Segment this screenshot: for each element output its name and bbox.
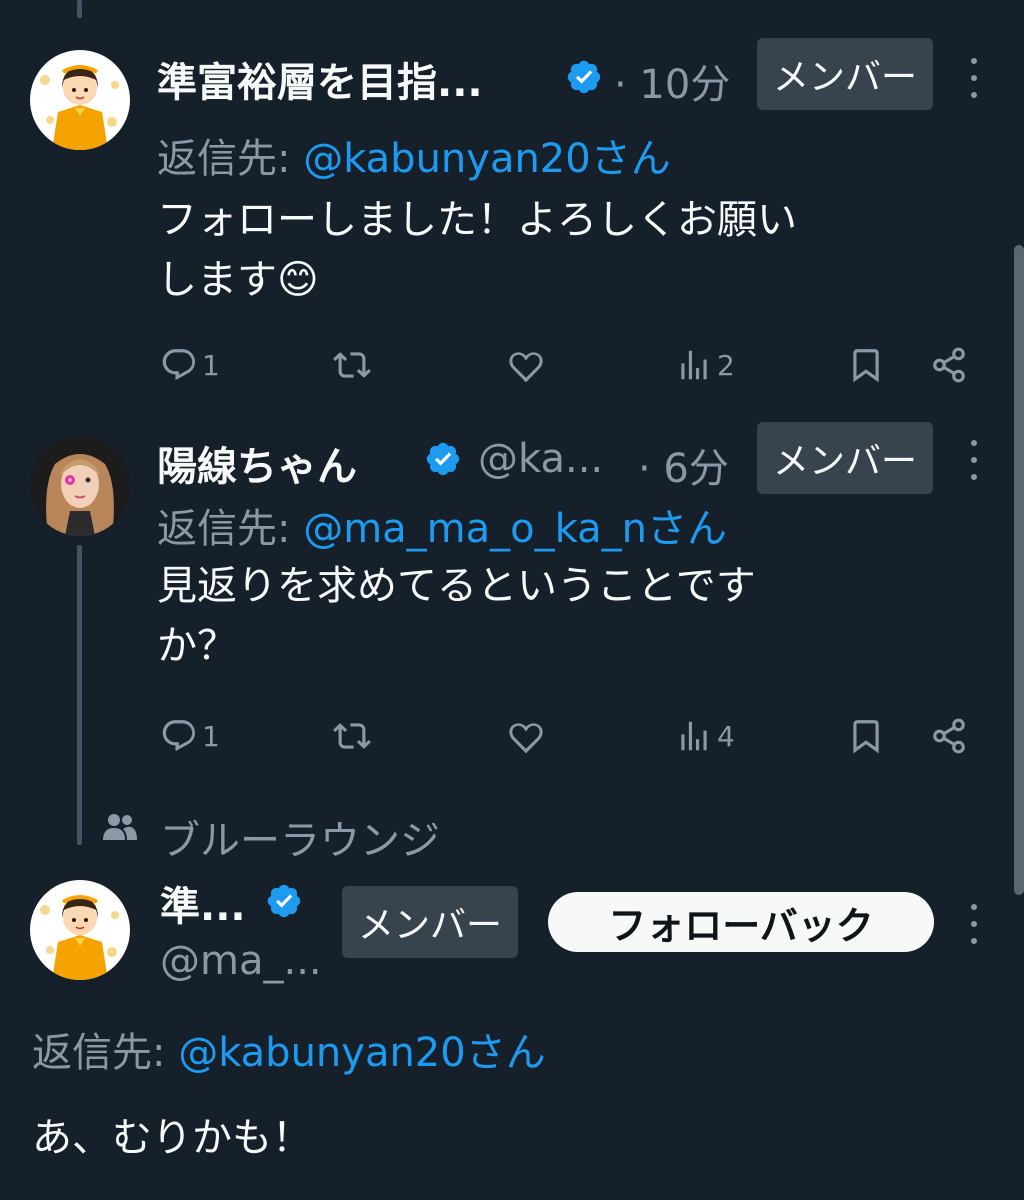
tweet-text: あ、むりかも！ bbox=[32, 1115, 312, 1161]
reply-icon bbox=[162, 720, 196, 752]
tweet-text-line: 見返りを求めてるということです bbox=[157, 563, 756, 609]
verified-badge-icon bbox=[424, 440, 462, 478]
display-name[interactable]: 準富裕層を目指... bbox=[157, 50, 483, 108]
reply-mention-link[interactable]: @ma_ma_o_ka_nさん bbox=[303, 506, 727, 552]
views-count: 2 bbox=[717, 348, 735, 382]
bookmark-button[interactable] bbox=[847, 346, 885, 384]
scrollbar[interactable] bbox=[1014, 245, 1024, 895]
bookmark-button[interactable] bbox=[847, 717, 885, 755]
like-icon bbox=[509, 352, 543, 383]
handle[interactable]: @ka... bbox=[478, 436, 603, 482]
reply-button[interactable]: 1 bbox=[160, 346, 220, 384]
tweet-text-line: フォローしました！よろしくお願い bbox=[157, 197, 797, 243]
tweet-text: 見返りを求めてるということです か？ bbox=[157, 556, 756, 676]
retweet-icon bbox=[333, 723, 371, 749]
tweet-text-line: か？ bbox=[157, 623, 237, 669]
display-name[interactable]: 準... bbox=[160, 874, 246, 932]
views-icon bbox=[681, 721, 707, 751]
reply-label: 返信先: bbox=[157, 136, 291, 182]
bookmark-icon bbox=[853, 349, 879, 383]
thread-line-top bbox=[77, 0, 82, 18]
avatar[interactable] bbox=[30, 880, 130, 980]
like-button[interactable] bbox=[507, 346, 545, 384]
verified-badge-icon bbox=[565, 58, 603, 96]
community-name[interactable]: ブルーラウンジ bbox=[160, 808, 440, 866]
avatar[interactable] bbox=[30, 436, 130, 536]
avatar[interactable] bbox=[30, 50, 130, 150]
timestamp[interactable]: · 6分 bbox=[638, 436, 729, 494]
retweet-button[interactable] bbox=[333, 717, 371, 755]
reply-mention-link[interactable]: @kabunyan20さん bbox=[178, 1030, 546, 1076]
tweet-text-line: します😊 bbox=[157, 257, 319, 303]
views-icon bbox=[681, 350, 707, 380]
member-badge: メンバー bbox=[342, 886, 518, 958]
reply-label: 返信先: bbox=[157, 506, 291, 552]
display-name[interactable]: 陽線ちゃん bbox=[157, 434, 357, 492]
member-badge: メンバー bbox=[757, 422, 933, 494]
retweet-button[interactable] bbox=[333, 346, 371, 384]
retweet-icon bbox=[333, 352, 371, 378]
views-count: 4 bbox=[717, 719, 735, 753]
member-badge: メンバー bbox=[757, 38, 933, 110]
share-icon bbox=[933, 718, 965, 754]
like-button[interactable] bbox=[507, 717, 545, 755]
community-icon bbox=[103, 812, 137, 842]
tweet-text: フォローしました！よろしくお願い します😊 bbox=[157, 190, 797, 310]
follow-back-button[interactable]: フォローバック bbox=[548, 892, 934, 952]
handle[interactable]: @ma_... bbox=[160, 938, 322, 984]
views-button[interactable]: 4 bbox=[675, 717, 735, 755]
share-icon bbox=[933, 347, 965, 383]
reply-to: 返信先: @ma_ma_o_ka_nさん bbox=[157, 496, 727, 554]
share-button[interactable] bbox=[930, 346, 968, 384]
reply-label: 返信先: bbox=[32, 1030, 166, 1076]
verified-badge-icon bbox=[265, 882, 303, 920]
reply-to: 返信先: @kabunyan20さん bbox=[157, 126, 671, 184]
like-icon bbox=[509, 723, 543, 754]
bookmark-icon bbox=[853, 720, 879, 754]
reply-count: 1 bbox=[202, 348, 220, 382]
share-button[interactable] bbox=[930, 717, 968, 755]
timestamp[interactable]: · 10分 bbox=[614, 52, 730, 110]
reply-to: 返信先: @kabunyan20さん bbox=[32, 1020, 546, 1078]
views-button[interactable]: 2 bbox=[675, 346, 735, 384]
more-icon[interactable] bbox=[969, 440, 979, 480]
thread-line-middle bbox=[77, 545, 82, 845]
reply-count: 1 bbox=[202, 719, 220, 753]
more-icon[interactable] bbox=[969, 904, 979, 944]
reply-mention-link[interactable]: @kabunyan20さん bbox=[303, 136, 671, 182]
reply-button[interactable]: 1 bbox=[160, 717, 220, 755]
more-icon[interactable] bbox=[969, 58, 979, 98]
reply-icon bbox=[162, 349, 196, 381]
